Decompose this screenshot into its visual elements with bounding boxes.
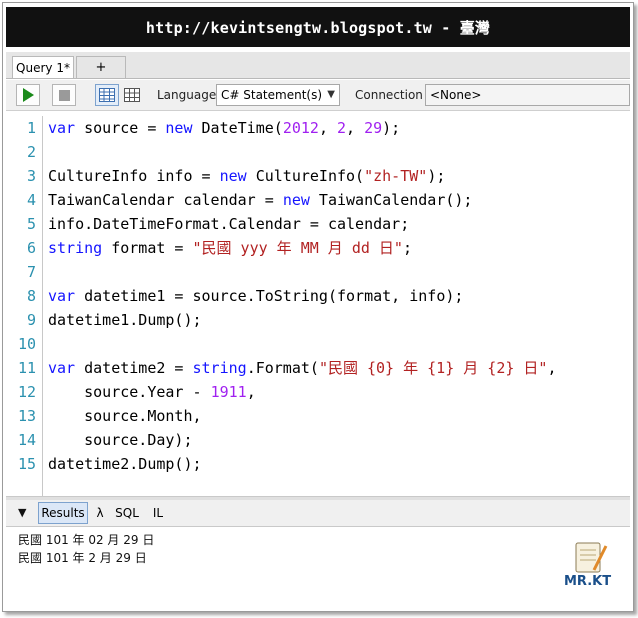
results-to-rich-text-button[interactable]: [95, 84, 119, 106]
code-token: );: [382, 119, 401, 137]
line-number: 2: [26, 143, 36, 161]
result-line-2: 民國 101 年 2 月 29 日: [18, 551, 147, 565]
code-token: string: [192, 359, 247, 377]
add-tab-button[interactable]: +: [76, 56, 126, 78]
code-token: var: [48, 287, 76, 305]
line-number: 3: [26, 167, 36, 185]
code-token: ;: [402, 239, 412, 257]
stop-icon: [58, 89, 70, 101]
results-tab-bar: ▼ Results λ SQL IL: [6, 500, 630, 527]
code-line: TaiwanCalendar calendar = new TaiwanCale…: [48, 188, 472, 212]
chevron-down-icon: ▼: [327, 89, 335, 100]
line-number: 10: [17, 335, 36, 353]
code-line: var source = new DateTime(2012, 2, 29);: [48, 116, 400, 140]
code-token: 1911: [210, 383, 247, 401]
code-token: ,: [318, 119, 337, 137]
rich-text-grid-icon: [99, 88, 115, 102]
logo-text: MR.KT: [564, 574, 612, 589]
line-number: 1: [26, 119, 36, 137]
code-line: string format = "民國 yyy 年 MM 月 dd 日";: [48, 236, 412, 260]
line-number: 6: [26, 239, 36, 257]
code-line: var datetime2 = string.Format("民國 {0} 年 …: [48, 356, 557, 380]
code-token: source.Year -: [48, 383, 211, 401]
line-number: 13: [17, 407, 36, 425]
code-token: CultureInfo(: [246, 167, 365, 185]
code-token: var: [48, 119, 76, 137]
query-toolbar: Language C# Statement(s) ▼ Connection <N…: [6, 80, 630, 111]
code-token: ,: [547, 359, 557, 377]
data-grid-icon: [124, 88, 140, 102]
line-number: 9: [26, 311, 36, 329]
code-line: var datetime1 = source.ToString(format, …: [48, 284, 463, 308]
results-panel: 民國 101 年 02 月 29 日 民國 101 年 2 月 29 日: [6, 527, 630, 607]
line-number: 7: [26, 263, 36, 281]
code-editor[interactable]: 1 var source = new DateTime(2012, 2, 29);…: [6, 116, 630, 496]
code-token: "民國 yyy 年 MM 月 dd 日": [192, 239, 403, 257]
code-token: ,: [346, 119, 365, 137]
tab-lambda[interactable]: λ: [92, 502, 108, 524]
line-number: 12: [17, 383, 36, 401]
code-token: .Format(: [246, 359, 319, 377]
code-token: CultureInfo info =: [48, 167, 220, 185]
tab-results[interactable]: Results: [38, 502, 88, 524]
execute-button[interactable]: [16, 84, 40, 106]
code-token: source.Day);: [48, 431, 193, 449]
code-token: 29: [364, 119, 383, 137]
notepad-logo-icon: [575, 542, 608, 573]
stop-button[interactable]: [52, 84, 76, 106]
code-token: 2: [337, 119, 347, 137]
code-token: format =: [102, 239, 193, 257]
code-token: datetime2 =: [75, 359, 193, 377]
code-token: datetime1 = source.ToString(format, info…: [75, 287, 464, 305]
code-line: source.Day);: [48, 428, 193, 452]
language-select-value: C# Statement(s): [221, 88, 323, 102]
tab-query-1[interactable]: Query 1*: [12, 56, 74, 78]
language-select[interactable]: C# Statement(s) ▼: [216, 84, 340, 106]
code-token: new: [282, 191, 310, 209]
line-number: 8: [26, 287, 36, 305]
code-line: datetime1.Dump();: [48, 308, 202, 332]
code-token: new: [219, 167, 247, 185]
line-number: 15: [17, 455, 36, 473]
code-line: CultureInfo info = new CultureInfo("zh-T…: [48, 164, 445, 188]
line-number: 4: [26, 191, 36, 209]
connection-select-value: <None>: [430, 88, 482, 102]
line-number: 5: [26, 215, 36, 233]
code-token: source =: [75, 119, 166, 137]
code-token: );: [427, 167, 446, 185]
collapse-triangle-icon[interactable]: ▼: [18, 506, 26, 519]
code-token: "民國 {0} 年 {1} 月 {2} 日": [318, 359, 548, 377]
code-token: source.Month,: [48, 407, 202, 425]
code-line: info.DateTimeFormat.Calendar = calendar;: [48, 212, 409, 236]
code-token: datetime2.Dump();: [48, 455, 202, 473]
line-number: 11: [17, 359, 36, 377]
language-label: Language: [157, 88, 217, 102]
line-number: 14: [17, 431, 36, 449]
mrkt-logo: MR.KT: [556, 540, 622, 600]
result-line-1: 民國 101 年 02 月 29 日: [18, 533, 155, 547]
tab-sql[interactable]: SQL: [112, 502, 142, 524]
code-line: datetime2.Dump();: [48, 452, 202, 476]
code-token: datetime1.Dump();: [48, 311, 202, 329]
code-token: TaiwanCalendar();: [309, 191, 473, 209]
tab-il[interactable]: IL: [148, 502, 168, 524]
url-banner: http://kevintsengtw.blogspot.tw - 臺灣: [6, 7, 630, 47]
query-tab-bar: Query 1* +: [6, 52, 630, 79]
code-token: var: [48, 359, 76, 377]
code-line: source.Year - 1911,: [48, 380, 256, 404]
code-token: new: [165, 119, 193, 137]
code-token: TaiwanCalendar calendar =: [48, 191, 283, 209]
code-token: DateTime(: [192, 119, 283, 137]
connection-label: Connection: [355, 88, 423, 102]
code-token: string: [48, 239, 103, 257]
code-token: "zh-TW": [364, 167, 428, 185]
code-token: 2012: [282, 119, 319, 137]
code-token: ,: [246, 383, 256, 401]
code-token: info.DateTimeFormat.Calendar = calendar;: [48, 215, 410, 233]
code-line: source.Month,: [48, 404, 202, 428]
results-to-grid-button[interactable]: [120, 84, 144, 106]
play-icon: [23, 88, 34, 102]
connection-select[interactable]: <None>: [425, 84, 630, 106]
